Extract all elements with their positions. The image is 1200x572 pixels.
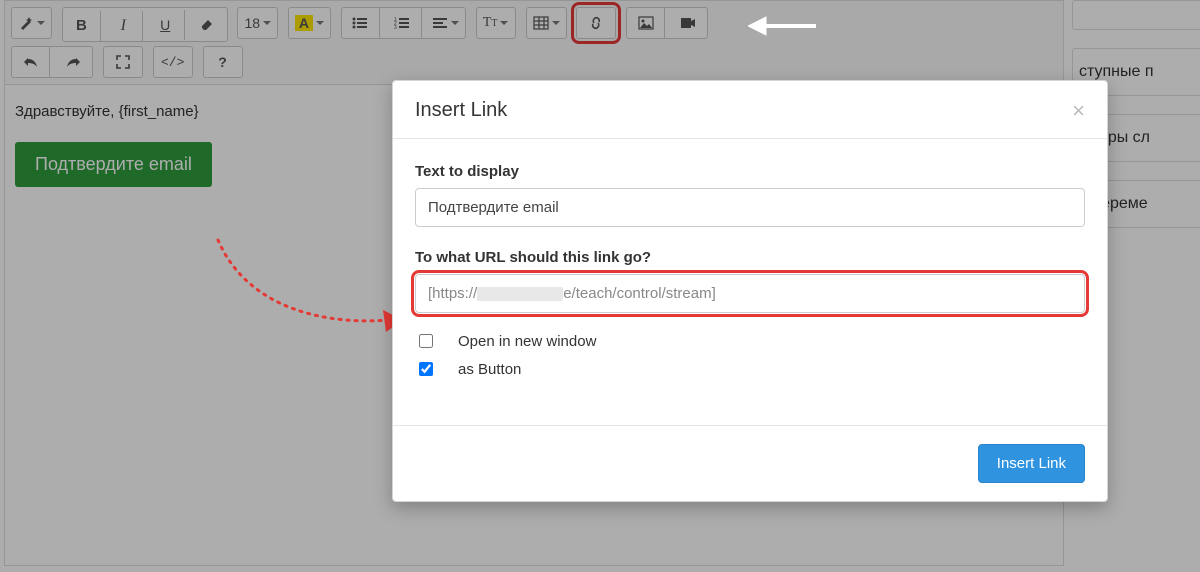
redo-button[interactable] xyxy=(54,47,92,77)
video-icon xyxy=(680,16,696,30)
insert-link-button[interactable] xyxy=(577,8,615,38)
unordered-list-button[interactable] xyxy=(342,8,380,38)
svg-text:3: 3 xyxy=(394,25,397,30)
table-icon xyxy=(533,16,549,30)
confirm-email-button[interactable]: Подтвердите email xyxy=(15,142,212,187)
ol-icon: 123 xyxy=(394,16,410,30)
open-new-window-checkbox[interactable] xyxy=(419,334,433,348)
image-icon xyxy=(638,16,654,30)
bold-button[interactable]: B xyxy=(63,11,101,41)
font-size-label: 18 xyxy=(244,15,260,31)
eraser-icon xyxy=(200,16,216,30)
redo-icon xyxy=(65,55,81,69)
undo-button[interactable] xyxy=(12,47,50,77)
close-icon: × xyxy=(1072,98,1085,123)
modal-footer: Insert Link xyxy=(393,425,1107,501)
as-button-option[interactable]: as Button xyxy=(415,359,1085,379)
eraser-button[interactable] xyxy=(189,8,227,38)
help-icon: ? xyxy=(218,54,227,70)
code-icon: </> xyxy=(161,55,184,70)
modal-title: Insert Link xyxy=(415,99,507,122)
modal-body: Text to display To what URL should this … xyxy=(393,139,1107,397)
ordered-list-button[interactable]: 123 xyxy=(384,8,422,38)
table-button[interactable] xyxy=(527,8,566,38)
open-new-window-label: Open in new window xyxy=(458,333,596,350)
fullscreen-button[interactable] xyxy=(104,47,142,77)
text-to-display-label: Text to display xyxy=(415,163,1085,180)
url-redacted xyxy=(477,287,563,301)
side-box-1[interactable] xyxy=(1072,0,1200,30)
red-dotted-arrow-annotation xyxy=(208,230,408,340)
uppercase-button[interactable]: TT xyxy=(477,8,515,38)
ul-icon xyxy=(352,16,368,30)
magic-wand-icon xyxy=(18,15,34,31)
undo-icon xyxy=(23,55,39,69)
modal-header: Insert Link × xyxy=(393,81,1107,139)
font-size-button[interactable]: 18 xyxy=(238,8,277,38)
align-button[interactable] xyxy=(426,8,465,38)
as-button-checkbox[interactable] xyxy=(419,362,433,376)
link-icon xyxy=(587,16,605,30)
image-button[interactable] xyxy=(627,8,665,38)
editor-toolbar: B I U 18 A xyxy=(5,1,1063,85)
video-button[interactable] xyxy=(669,8,707,38)
modal-close-button[interactable]: × xyxy=(1072,100,1085,122)
open-new-window-option[interactable]: Open in new window xyxy=(415,331,1085,351)
url-input[interactable]: [https://e/teach/control/stream] xyxy=(415,274,1085,313)
underline-button[interactable]: U xyxy=(147,10,185,40)
uppercase-icon: TT xyxy=(483,15,498,31)
text-to-display-input[interactable] xyxy=(415,188,1085,227)
highlight-icon: A xyxy=(295,15,313,31)
url-label: To what URL should this link go? xyxy=(415,249,1085,266)
magic-button[interactable] xyxy=(12,8,51,38)
insert-link-modal: Insert Link × Text to display To what UR… xyxy=(392,80,1108,502)
italic-button[interactable]: I xyxy=(105,11,143,41)
expand-icon xyxy=(116,55,130,69)
text-highlight-button[interactable]: A xyxy=(289,8,330,38)
align-icon xyxy=(432,16,448,30)
as-button-label: as Button xyxy=(458,361,521,378)
pointer-arrow-annotation xyxy=(748,12,818,40)
insert-link-submit-button[interactable]: Insert Link xyxy=(978,444,1085,483)
help-button[interactable]: ? xyxy=(204,47,242,77)
code-view-button[interactable]: </> xyxy=(154,47,192,77)
